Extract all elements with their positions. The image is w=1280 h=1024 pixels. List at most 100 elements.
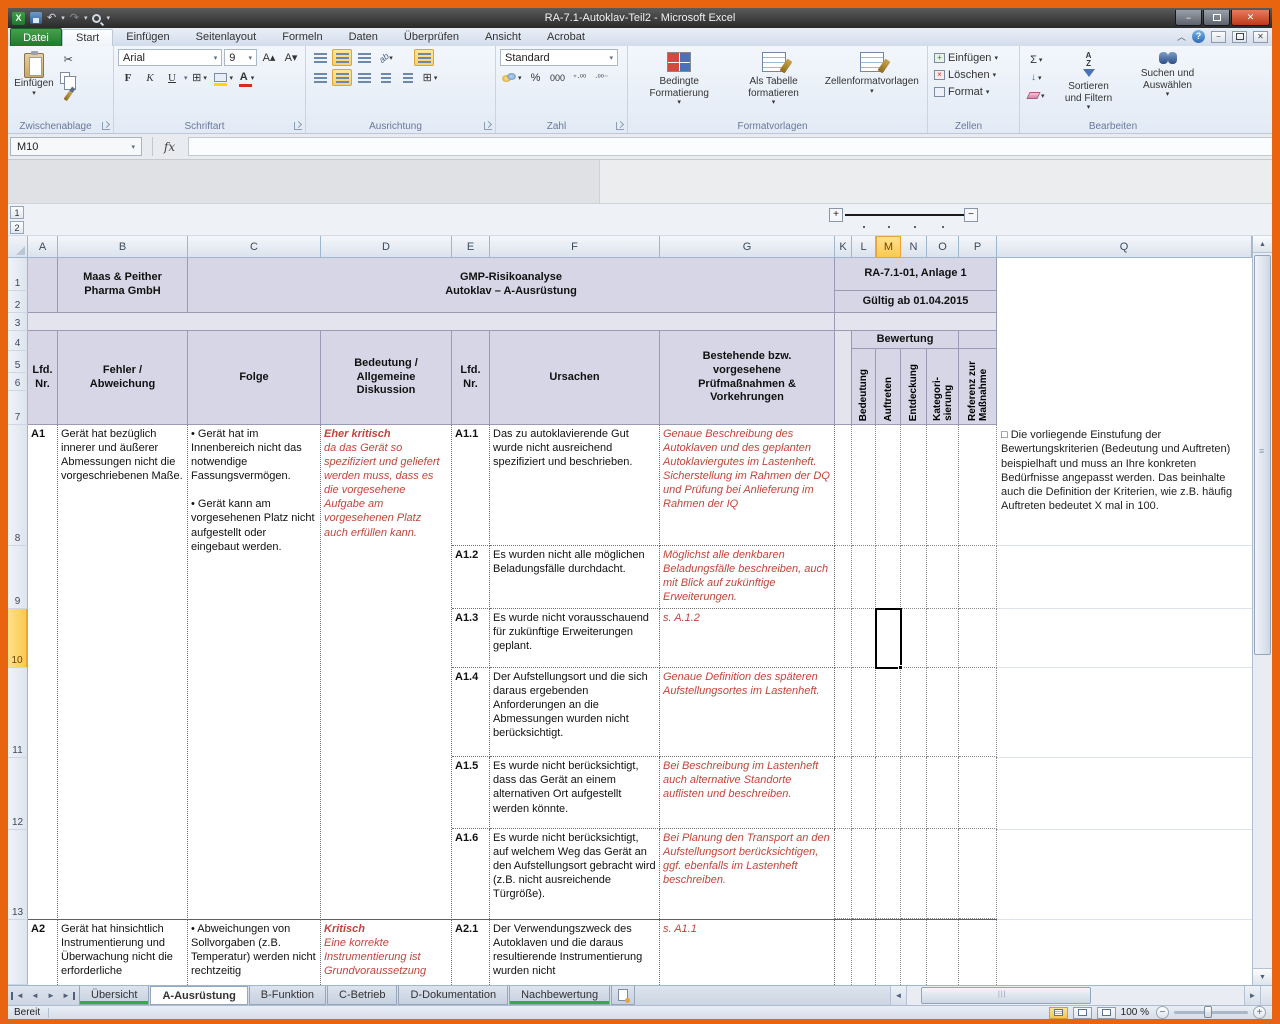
row-header-1[interactable]: 1 [8,258,28,291]
copy-button[interactable]: ▾ [58,69,79,86]
empty-cell[interactable] [997,668,1252,758]
header-auftreten[interactable]: Auftreten [876,349,901,425]
zoom-slider[interactable] [1174,1011,1248,1014]
row-header-4[interactable]: 4 [8,331,28,351]
borders-button[interactable]: ⊞▾ [190,69,210,86]
number-format-combo[interactable]: Standard▾ [500,49,618,66]
row-header-8[interactable]: 8 [8,425,28,546]
cell-id-A2[interactable]: A2 [28,920,58,985]
cell-cursor-M10[interactable] [875,608,902,669]
empty-cell[interactable] [959,425,997,546]
redo-icon[interactable]: ↷ [70,12,79,24]
tab-ueberpruefen[interactable]: Überprüfen [391,29,472,46]
header-lfd-nr-2[interactable]: Lfd. Nr. [452,331,490,425]
doc-ref-cell[interactable]: RA-7.1-01, Anlage 1 [835,258,997,291]
row-header-3[interactable]: 3 [8,313,28,331]
row-header-9[interactable]: 9 [8,546,28,609]
cell-styles-button[interactable]: Zellenformatvorlagen▾ [821,49,923,117]
cut-button[interactable]: ✂ [58,51,79,68]
empty-cell[interactable] [927,668,959,758]
company-cell[interactable]: Maas & Peither Pharma GmbH [58,258,188,313]
sheet-tab-a-ausruestung[interactable]: A-Ausrüstung [150,986,247,1005]
header-kategorisierung[interactable]: Kategori- sierung [927,349,959,425]
formula-input[interactable] [188,137,1272,156]
horizontal-scroll-thumb[interactable] [921,987,1091,1004]
cell-significance-A1[interactable]: Eher kritischda das Gerät so spezifizier… [321,425,452,920]
align-center-button[interactable] [332,69,352,86]
cell-A1-A2[interactable] [28,258,58,313]
customize-qat-icon[interactable]: ▾ [106,14,110,22]
row-header-5[interactable]: 5 [8,351,28,373]
empty-cell[interactable] [997,758,1252,830]
number-dialog-launcher-icon[interactable] [616,122,624,130]
empty-cell[interactable] [901,425,927,546]
align-right-button[interactable] [354,69,374,86]
cell-measure-A2.1[interactable]: s. A1.1 [660,920,835,985]
next-sheet-icon[interactable]: ► [43,986,59,1005]
empty-cell[interactable] [835,609,852,668]
cell-cause-A2.1[interactable]: Der Verwendungszweck des Autoklaven und … [490,920,660,985]
percent-button[interactable]: % [526,69,546,86]
delete-cells-button[interactable]: ×Löschen▾ [932,66,1015,83]
first-sheet-icon[interactable]: ◄ [11,992,27,1000]
underline-button[interactable]: U [162,69,182,86]
help-icon[interactable]: ? [1192,30,1205,43]
sort-filter-button[interactable]: A Z Sortieren und Filtern▾ [1051,49,1127,117]
format-painter-button[interactable] [58,87,79,104]
empty-cell[interactable] [959,668,997,758]
empty-cell[interactable] [927,757,959,829]
save-icon[interactable] [30,12,42,24]
sheet-tab-uebersicht[interactable]: Übersicht [79,986,149,1005]
empty-cell[interactable] [959,609,997,668]
vertical-scroll-thumb[interactable] [1254,255,1271,655]
tab-split-handle[interactable] [1260,986,1272,1005]
empty-cell[interactable] [997,546,1252,609]
outline-level-2-button[interactable]: 2 [10,221,24,234]
column-header-Q[interactable]: Q [997,236,1252,258]
scroll-left-icon[interactable]: ◄ [890,986,906,1005]
empty-cell[interactable] [852,546,876,609]
row-header-7[interactable]: 7 [8,391,28,425]
sheet-tab-b-funktion[interactable]: B-Funktion [249,986,326,1005]
empty-cell[interactable] [901,609,927,668]
empty-cell[interactable] [835,920,852,985]
cell-consequence-A1[interactable]: • Gerät hat im Innenbereich nicht das no… [188,425,321,920]
tab-datei[interactable]: Datei [10,28,62,46]
select-all-corner[interactable] [8,236,28,258]
empty-cell[interactable] [997,920,1252,985]
empty-cell[interactable] [876,546,901,609]
cell-failure-A1[interactable]: Gerät hat bezüglich innerer und äußerer … [58,425,188,920]
empty-cell[interactable] [959,546,997,609]
accounting-format-button[interactable]: ▾ [500,69,524,86]
zoom-slider-thumb[interactable] [1204,1006,1212,1018]
cell-id-A2.1[interactable]: A2.1 [452,920,490,985]
header-folge[interactable]: Folge [188,331,321,425]
tab-start[interactable]: Start [62,29,113,46]
scroll-up-icon[interactable]: ▲ [1253,236,1272,253]
orientation-button[interactable]: ab▾ [376,49,396,66]
header-bewertung[interactable]: Bewertung [852,331,959,349]
vertical-scrollbar[interactable]: ▲ ▼ [1252,236,1272,985]
paste-dropdown-icon[interactable]: ▾ [32,89,36,97]
row-header-13[interactable]: 13 [8,830,28,920]
empty-cell[interactable] [959,757,997,829]
italic-button[interactable]: K [140,69,160,86]
empty-cell[interactable] [852,920,876,985]
alignment-dialog-launcher-icon[interactable] [484,122,492,130]
column-header-E[interactable]: E [452,236,490,258]
minimize-button[interactable]: − [1175,10,1202,26]
tab-daten[interactable]: Daten [336,29,391,46]
workbook-minimize-button[interactable]: − [1211,31,1226,43]
bold-button[interactable]: F [118,69,138,86]
tab-einfuegen[interactable]: Einfügen [113,29,182,46]
grow-font-button[interactable]: A▴ [259,49,279,66]
empty-cell[interactable] [876,668,901,758]
redo-dropdown-icon[interactable]: ▾ [84,14,88,22]
tab-ansicht[interactable]: Ansicht [472,29,534,46]
header-lfd-nr[interactable]: Lfd. Nr. [28,331,58,425]
decrease-decimal-button[interactable]: ·⁰⁰⁻ [592,69,612,86]
horizontal-scrollbar[interactable]: ◄ ► [890,986,1272,1005]
empty-cell[interactable] [997,609,1252,668]
doc-title-cell[interactable]: GMP-Risikoanalyse Autoklav – A-Ausrüstun… [188,258,835,313]
column-header-G[interactable]: G [660,236,835,258]
